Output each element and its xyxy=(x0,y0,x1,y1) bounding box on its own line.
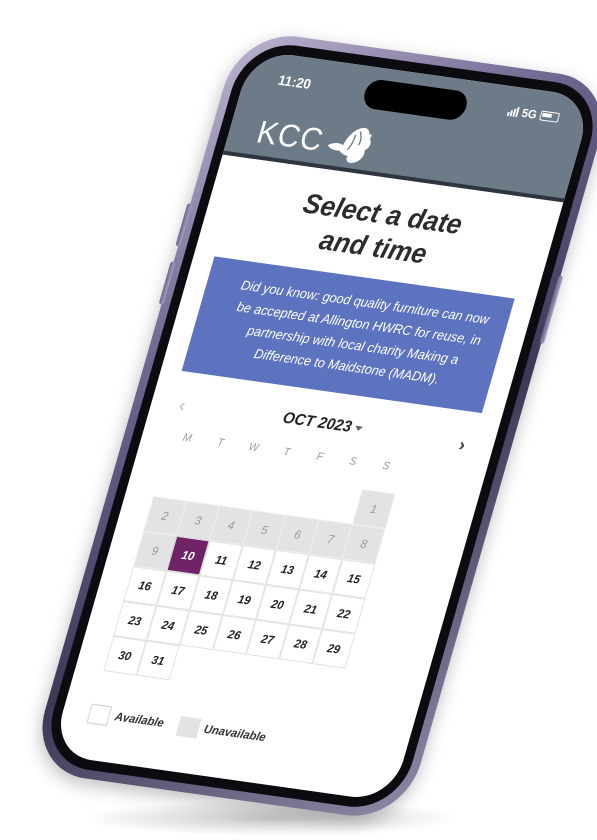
weekday-label: T xyxy=(281,446,292,459)
legend-available: Available xyxy=(86,703,166,734)
weekday-label: W xyxy=(247,441,260,455)
battery-icon xyxy=(539,110,561,123)
dynamic-island xyxy=(360,78,471,122)
available-swatch xyxy=(86,703,113,726)
weekday-label: T xyxy=(215,436,226,450)
legend-unavailable: Unavailable xyxy=(175,716,268,748)
caret-down-icon xyxy=(354,425,363,432)
unavailable-swatch xyxy=(175,716,202,739)
weekday-label: M xyxy=(181,431,194,445)
legend: Available Unavailable xyxy=(86,703,407,768)
kcc-logo[interactable]: KCC xyxy=(252,110,381,169)
status-time: 11:20 xyxy=(276,71,314,92)
legend-available-label: Available xyxy=(113,709,166,730)
status-indicators: 5G xyxy=(506,104,561,125)
month-label: OCT 2023 xyxy=(280,409,354,436)
weekday-label: S xyxy=(381,460,392,473)
horse-icon xyxy=(327,127,372,163)
logo-text: KCC xyxy=(253,113,329,158)
signal-icon xyxy=(506,106,520,118)
network-label: 5G xyxy=(520,105,539,122)
info-banner: Did you know: good quality furniture can… xyxy=(181,256,515,414)
legend-unavailable-label: Unavailable xyxy=(202,721,268,745)
calendar-grid: 1 2 3 4 5 6 7 8 9 10 11 12 13 14 15 16 17 18 19 20 21 22 23 24 2… xyxy=(103,461,476,715)
stage: 11:20 5G KCC Select a date and time Did … xyxy=(0,0,597,840)
phone: 11:20 5G KCC Select a date and time Did … xyxy=(27,28,597,824)
